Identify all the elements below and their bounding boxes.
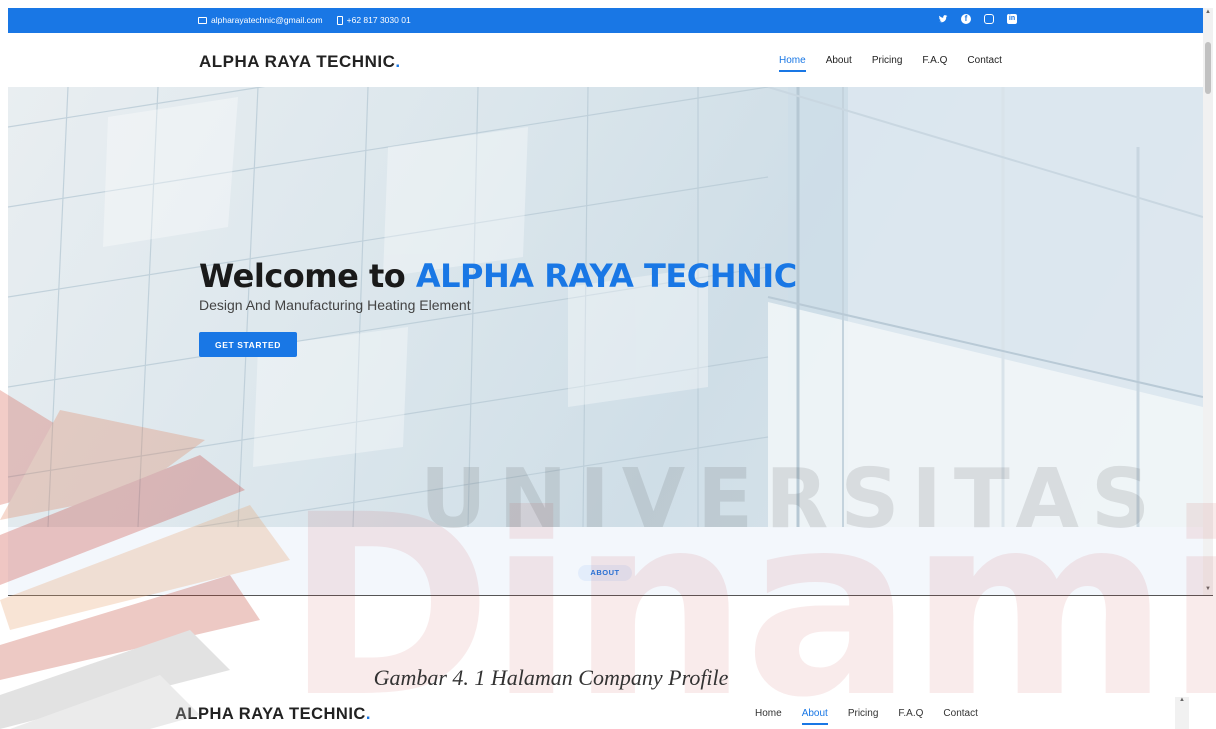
about-section-label: ABOUT — [578, 565, 632, 581]
brand-logo[interactable]: ALPHA RAYA TECHNIC. — [199, 52, 401, 72]
nav-menu: Home About Pricing F.A.Q Contact — [779, 55, 1002, 72]
brand-dot-2: . — [365, 705, 371, 723]
linkedin-icon[interactable]: in — [1007, 14, 1017, 24]
hero-title-highlight: ALPHA RAYA TECHNIC — [415, 257, 797, 295]
main-navbar: ALPHA RAYA TECHNIC. Home About Pricing F… — [8, 33, 1203, 87]
hero-subtitle: Design And Manufacturing Heating Element — [199, 297, 471, 313]
nav-item-faq[interactable]: F.A.Q — [922, 55, 947, 72]
nav-item-about[interactable]: About — [826, 55, 852, 72]
scroll-down-icon[interactable]: ▼ — [1205, 586, 1211, 592]
envelope-icon — [198, 16, 207, 24]
hero-title-prefix: Welcome to — [199, 257, 416, 295]
company-profile-screenshot: alpharayatechnic@gmail.com +62 817 3030 … — [8, 8, 1213, 596]
twitter-icon[interactable] — [938, 14, 948, 24]
scroll-up-icon[interactable]: ▲ — [1205, 9, 1211, 15]
nav2-item-pricing[interactable]: Pricing — [848, 708, 879, 725]
nav-item-contact[interactable]: Contact — [967, 55, 1001, 72]
nav-item-home[interactable]: Home — [779, 55, 806, 72]
hero-section: Welcome to ALPHA RAYA TECHNIC Design And… — [8, 87, 1203, 527]
instagram-icon[interactable] — [984, 14, 994, 24]
scrollbar[interactable]: ▲ ▼ — [1203, 8, 1213, 595]
nav2-item-home[interactable]: Home — [755, 708, 782, 725]
figure-caption-text: Gambar 4. 1 Halaman Company Profile — [373, 665, 729, 690]
email-text: alpharayatechnic@gmail.com — [211, 15, 323, 25]
social-links: f in — [938, 14, 1017, 24]
scrollbar-thumb[interactable] — [1205, 42, 1211, 94]
facebook-icon[interactable]: f — [961, 14, 971, 24]
about-page-screenshot: ALPHA RAYA TECHNIC. Home About Pricing F… — [0, 697, 1216, 729]
get-started-button[interactable]: GET STARTED — [199, 332, 297, 357]
brand-name: ALPHA RAYA TECHNIC — [199, 52, 396, 71]
nav-menu-2: Home About Pricing F.A.Q Contact — [755, 708, 978, 725]
brand-dot: . — [395, 52, 401, 71]
figure-caption: Gambar 4. 1 Halaman Company Profile — [0, 665, 1216, 691]
nav2-item-about[interactable]: About — [801, 708, 828, 725]
scroll-up-icon-2[interactable]: ▲ — [1179, 697, 1185, 703]
nav2-item-faq[interactable]: F.A.Q — [898, 708, 923, 725]
contact-info: alpharayatechnic@gmail.com +62 817 3030 … — [198, 15, 411, 25]
about-section: ABOUT — [8, 527, 1203, 595]
scrollbar-2[interactable]: ▲ — [1175, 697, 1189, 729]
hero-title: Welcome to ALPHA RAYA TECHNIC — [199, 257, 797, 295]
email-contact[interactable]: alpharayatechnic@gmail.com — [198, 15, 323, 25]
phone-text: +62 817 3030 01 — [346, 15, 411, 25]
brand-name-2: ALPHA RAYA TECHNIC — [175, 705, 366, 723]
phone-contact[interactable]: +62 817 3030 01 — [336, 15, 411, 25]
top-contact-bar: alpharayatechnic@gmail.com +62 817 3030 … — [8, 8, 1213, 33]
nav-item-pricing[interactable]: Pricing — [872, 55, 903, 72]
hero-background-image — [8, 87, 1203, 527]
nav2-item-contact[interactable]: Contact — [943, 708, 977, 725]
brand-logo-2[interactable]: ALPHA RAYA TECHNIC. — [175, 705, 371, 724]
phone-icon — [336, 15, 343, 25]
